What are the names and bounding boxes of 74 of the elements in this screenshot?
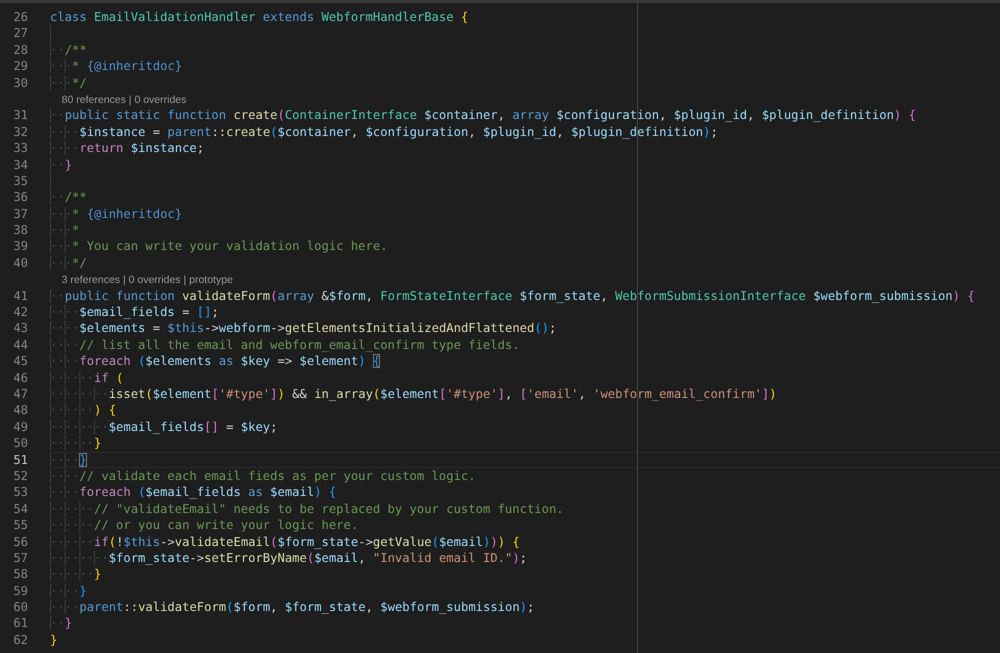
code-line: ········$form_state->setErrorByName($email, "Invalid email ID."); — [50, 550, 528, 566]
line-number: 50 — [12, 435, 28, 452]
line-number: 55 — [12, 517, 28, 534]
line-number: 51 — [12, 452, 28, 468]
code-line: ···*/ — [50, 254, 88, 272]
code-line: ····$instance = parent::create($container, $configuration, $plugin_id, $plugin_definition); — [50, 124, 719, 140]
code-line: ···* {@inheritdoc} — [50, 206, 184, 222]
line-number: 45 — [12, 353, 28, 370]
line-number: 36 — [12, 189, 28, 206]
code-line: ··public function validateForm(array &$form, FormStateInterface $form_state, WebformSubmissionInterface $webform_submission) { — [50, 288, 976, 304]
line-number: 31 — [12, 107, 28, 124]
code-line: } — [50, 632, 58, 648]
code-line: ····// validate each email fieds as per your custom logic. — [50, 468, 477, 484]
line-number: 39 — [12, 238, 28, 255]
code-line: ······} — [50, 566, 102, 583]
codelens-info[interactable]: 3 references | 0 overrides | prototype — [50, 274, 233, 286]
code-line: ····foreach ($elements as $key => $element) { — [50, 353, 382, 370]
line-number: 34 — [12, 156, 28, 173]
code-line: ··public static function create(ContainerInterface $container, array $configuration, $plugin_id, $plugin_definition) { — [50, 107, 917, 124]
line-number: 28 — [12, 42, 28, 58]
codelens-info[interactable]: 80 references | 0 overrides — [50, 94, 186, 106]
code-line: ······// "validateEmail" needs to be replaced by your custom function. — [50, 500, 565, 518]
line-number: 37 — [12, 206, 28, 222]
line-number: 49 — [12, 418, 28, 436]
code-line: ····$email_fields = []; — [50, 304, 220, 320]
code-line: ···* {@inheritdoc} — [50, 58, 184, 75]
code-line: ········$email_fields[] = $key; — [50, 418, 278, 436]
code-line: ····$elements = $this->webform->getElementsInitializedAndFlattened(); — [50, 320, 558, 337]
line-number: 58 — [12, 566, 28, 583]
code-line: ······if ( — [50, 370, 124, 386]
code-line: class EmailValidationHandler extends WebformHandlerBase { — [50, 9, 470, 26]
line-number: 62 — [12, 632, 28, 648]
line-number: 40 — [12, 254, 28, 272]
code-line: ···*/ — [50, 74, 88, 91]
line-number: 38 — [12, 222, 28, 238]
line-number: 57 — [12, 550, 28, 566]
code-line: ····parent::validateForm($form, $form_state, $webform_submission); — [50, 599, 536, 616]
line-number: 35 — [12, 172, 28, 190]
line-number: 43 — [12, 320, 28, 337]
code-line: ···* You can write your validation logic here. — [50, 238, 389, 255]
code-line: ···* — [50, 222, 80, 238]
line-number: 60 — [12, 599, 28, 616]
line-number: 33 — [12, 140, 28, 157]
code-line: ····} — [50, 452, 1000, 468]
line-number: 54 — [12, 500, 28, 518]
line-number: 42 — [12, 304, 28, 320]
code-line: ······) { — [50, 402, 118, 419]
line-number: 30 — [12, 74, 28, 91]
code-line: ······} — [50, 435, 102, 452]
code-line: ····return $instance; — [50, 140, 206, 157]
code-line: ··} — [50, 156, 74, 173]
code-line: ······// or you can write your logic here. — [50, 517, 360, 534]
line-number: 59 — [12, 582, 28, 600]
line-number: 56 — [12, 534, 28, 550]
line-number: 46 — [12, 370, 28, 386]
code-line: ····} — [50, 582, 88, 600]
code-line: ····foreach ($email_fields as $email) { — [50, 484, 338, 501]
code-line: ······if(!$this->validateEmail($form_state->getValue($email))) { — [50, 534, 521, 550]
code-line: ··} — [50, 615, 74, 632]
line-number: 48 — [12, 402, 28, 419]
line-number: 52 — [12, 468, 28, 484]
line-number: 27 — [12, 25, 28, 42]
code-line: ··/** — [50, 42, 88, 58]
line-number: 53 — [12, 484, 28, 501]
line-number: 32 — [12, 124, 28, 140]
line-number: 61 — [12, 615, 28, 632]
code-line: ··/** — [50, 189, 88, 206]
line-number: 44 — [12, 336, 28, 354]
code-line: ····// list all the email and webform_email_confirm type fields. — [50, 336, 521, 354]
code-line: ········isset($element['#type']) && in_array($element['#type'], ['email', 'webform_email_confirm']) — [50, 386, 778, 402]
line-number: 41 — [12, 288, 28, 304]
line-number: 47 — [12, 386, 28, 402]
line-number: 26 — [12, 9, 28, 26]
line-number: 29 — [12, 58, 28, 75]
